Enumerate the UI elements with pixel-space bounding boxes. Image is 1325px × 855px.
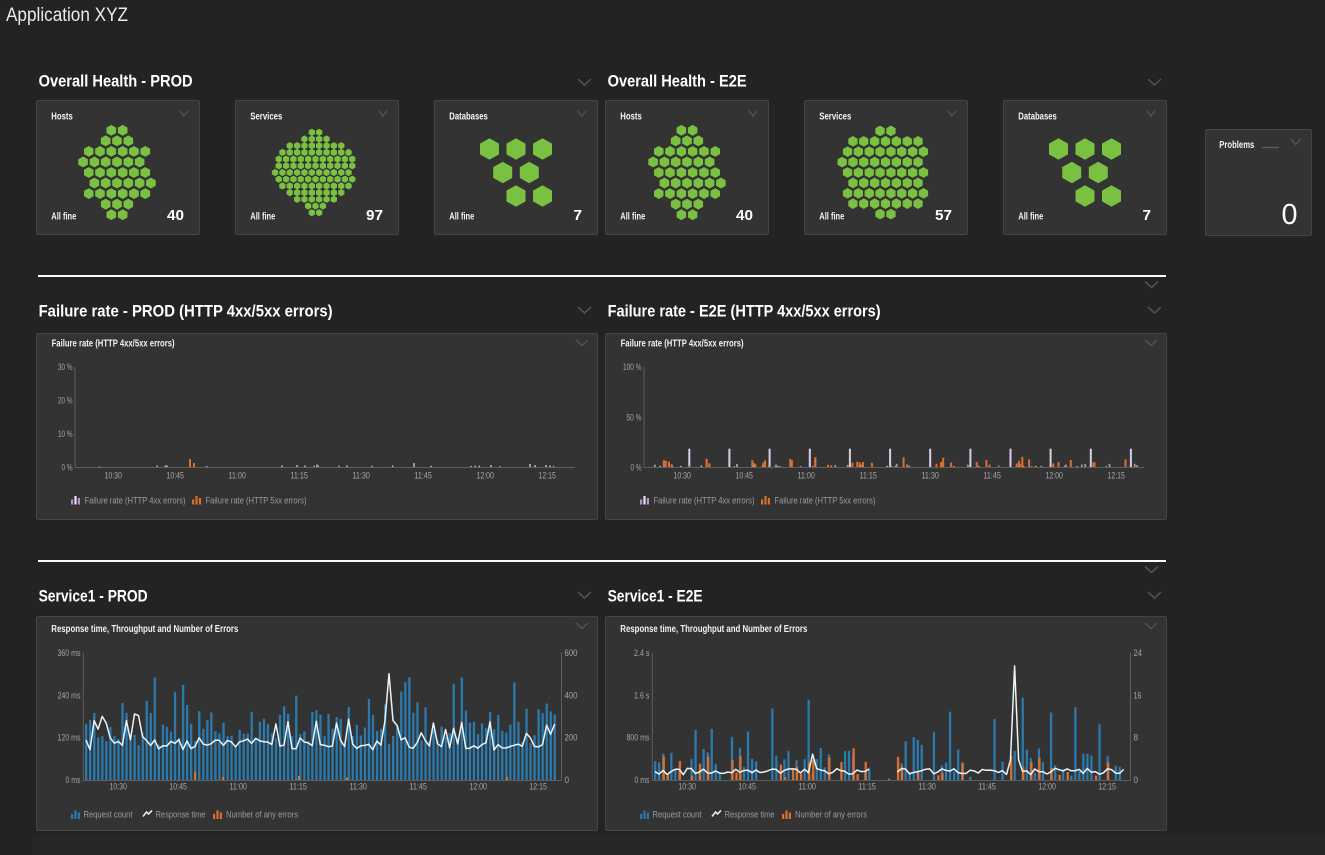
svg-text:11:15: 11:15 (858, 782, 876, 792)
svg-text:Overall Health - PROD: Overall Health - PROD (39, 72, 193, 90)
svg-text:0 %: 0 % (62, 463, 73, 473)
svg-text:11:30: 11:30 (921, 471, 939, 481)
svg-text:12:00: 12:00 (1045, 471, 1063, 481)
svg-text:All fine: All fine (1018, 212, 1043, 223)
svg-text:11:15: 11:15 (859, 471, 877, 481)
svg-text:Failure rate (HTTP 4xx/5xx err: Failure rate (HTTP 4xx/5xx errors) (52, 339, 175, 350)
svg-text:Service1 - PROD: Service1 - PROD (39, 587, 148, 605)
svg-text:200: 200 (565, 733, 578, 743)
svg-text:Request count: Request count (653, 810, 702, 820)
svg-text:10:45: 10:45 (738, 782, 756, 792)
svg-text:0 %: 0 % (631, 463, 642, 473)
svg-text:Number of any errors: Number of any errors (226, 810, 298, 820)
svg-text:7: 7 (1143, 208, 1152, 224)
svg-text:11:00: 11:00 (229, 782, 247, 792)
svg-text:Service1 - E2E: Service1 - E2E (608, 587, 703, 605)
svg-text:Failure rate (HTTP 5xx errors): Failure rate (HTTP 5xx errors) (206, 496, 307, 506)
svg-text:Databases: Databases (1018, 110, 1057, 122)
svg-text:10:30: 10:30 (104, 471, 122, 481)
svg-text:11:45: 11:45 (978, 782, 996, 792)
svg-text:All fine: All fine (449, 212, 474, 223)
svg-text:8: 8 (1134, 733, 1139, 743)
svg-text:16: 16 (1134, 690, 1142, 700)
svg-text:1.6 s: 1.6 s (634, 690, 650, 700)
svg-text:Databases: Databases (449, 110, 488, 122)
svg-text:10:45: 10:45 (169, 782, 187, 792)
svg-text:600: 600 (565, 648, 578, 658)
svg-text:12:15: 12:15 (538, 471, 556, 481)
svg-text:10:30: 10:30 (109, 782, 127, 792)
svg-text:11:30: 11:30 (352, 471, 370, 481)
svg-text:Response time, Throughput and: Response time, Throughput and Number of … (51, 624, 238, 635)
svg-text:12:00: 12:00 (476, 471, 494, 481)
svg-text:Services: Services (250, 110, 282, 122)
svg-text:All fine: All fine (620, 212, 645, 223)
svg-text:All fine: All fine (51, 212, 76, 223)
svg-text:10:30: 10:30 (678, 782, 696, 792)
svg-text:Failure rate - PROD (HTTP 4xx/: Failure rate - PROD (HTTP 4xx/5xx errors… (39, 302, 333, 320)
svg-text:11:30: 11:30 (349, 782, 367, 792)
svg-text:240 ms: 240 ms (58, 690, 81, 700)
svg-text:11:45: 11:45 (409, 782, 427, 792)
svg-text:0: 0 (1134, 775, 1139, 785)
svg-text:400: 400 (565, 690, 578, 700)
svg-text:10:45: 10:45 (166, 471, 184, 481)
svg-text:800 ms: 800 ms (627, 733, 650, 743)
svg-text:24: 24 (1134, 648, 1143, 658)
svg-text:10:30: 10:30 (673, 471, 691, 481)
svg-text:120 ms: 120 ms (58, 733, 81, 743)
svg-text:Request count: Request count (84, 810, 133, 820)
svg-text:Overall Health - E2E: Overall Health - E2E (608, 72, 747, 90)
svg-text:100 %: 100 % (623, 362, 642, 372)
svg-text:Application XYZ: Application XYZ (6, 5, 128, 26)
svg-text:12:15: 12:15 (1107, 471, 1125, 481)
svg-text:10 %: 10 % (58, 429, 73, 439)
svg-text:0 ms: 0 ms (66, 775, 81, 785)
svg-text:97: 97 (366, 208, 383, 224)
svg-text:360 ms: 360 ms (58, 648, 81, 658)
svg-text:50 %: 50 % (627, 413, 642, 423)
svg-text:Response time: Response time (156, 810, 206, 820)
svg-text:Number of any errors: Number of any errors (795, 810, 867, 820)
svg-text:Failure rate (HTTP 4xx errors): Failure rate (HTTP 4xx errors) (85, 496, 186, 506)
svg-text:12:00: 12:00 (1038, 782, 1056, 792)
svg-text:Hosts: Hosts (620, 110, 642, 122)
svg-text:7: 7 (574, 208, 583, 224)
svg-text:Response time, Throughput and: Response time, Throughput and Number of … (620, 624, 807, 635)
svg-text:11:30: 11:30 (918, 782, 936, 792)
svg-text:Response time: Response time (725, 810, 775, 820)
svg-text:All fine: All fine (250, 212, 275, 223)
svg-text:0: 0 (1282, 199, 1298, 231)
svg-text:Failure rate (HTTP 4xx errors): Failure rate (HTTP 4xx errors) (654, 496, 755, 506)
svg-text:12:15: 12:15 (1098, 782, 1116, 792)
svg-text:Failure rate (HTTP 5xx errors): Failure rate (HTTP 5xx errors) (775, 496, 876, 506)
svg-text:11:45: 11:45 (414, 471, 432, 481)
svg-text:12:00: 12:00 (469, 782, 487, 792)
svg-text:Services: Services (819, 110, 851, 122)
svg-text:12:15: 12:15 (529, 782, 547, 792)
svg-text:11:00: 11:00 (798, 782, 816, 792)
svg-text:11:15: 11:15 (290, 471, 308, 481)
svg-text:10:45: 10:45 (735, 471, 753, 481)
svg-text:Failure rate (HTTP 4xx/5xx err: Failure rate (HTTP 4xx/5xx errors) (621, 339, 744, 350)
svg-text:All fine: All fine (819, 212, 844, 223)
svg-text:11:00: 11:00 (797, 471, 815, 481)
svg-text:0: 0 (565, 775, 570, 785)
svg-text:11:00: 11:00 (228, 471, 246, 481)
svg-text:Problems: Problems (1219, 139, 1254, 151)
svg-text:11:15: 11:15 (289, 782, 307, 792)
svg-text:40: 40 (736, 208, 753, 224)
svg-text:11:45: 11:45 (983, 471, 1001, 481)
svg-text:20 %: 20 % (58, 396, 73, 406)
svg-text:57: 57 (935, 208, 952, 224)
svg-text:2.4 s: 2.4 s (634, 648, 650, 658)
svg-text:40: 40 (167, 208, 184, 224)
svg-text:Failure rate - E2E (HTTP 4xx/5: Failure rate - E2E (HTTP 4xx/5xx errors) (608, 302, 881, 320)
svg-text:Hosts: Hosts (51, 110, 73, 122)
svg-text:0 ms: 0 ms (635, 775, 650, 785)
svg-text:30 %: 30 % (58, 362, 73, 372)
